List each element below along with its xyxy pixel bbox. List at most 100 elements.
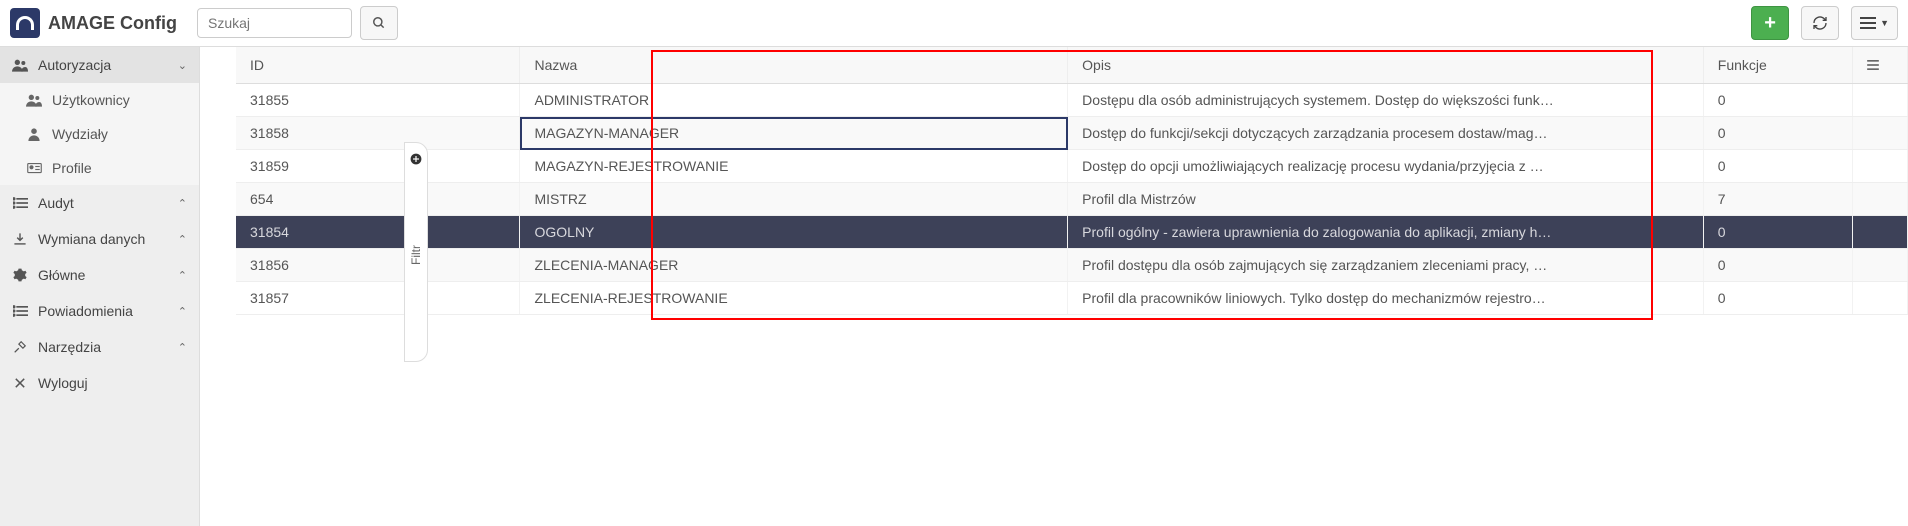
plus-icon: +: [1764, 12, 1776, 35]
chevron-down-icon: ⌄: [178, 59, 187, 72]
hamburger-icon: [1867, 60, 1879, 70]
table-cell-name[interactable]: OGOLNY: [520, 216, 1068, 249]
table-cell-spacer: [1852, 249, 1907, 282]
table-row[interactable]: 31855ADMINISTRATORDostępu dla osób admin…: [236, 84, 1908, 117]
chevron-down-icon: ▼: [1880, 18, 1889, 28]
table-row[interactable]: 654MISTRZProfil dla Mistrzów7: [236, 183, 1908, 216]
refresh-button[interactable]: [1801, 6, 1839, 40]
menu-button[interactable]: ▼: [1851, 6, 1898, 40]
table-row[interactable]: 31859MAGAZYN-REJESTROWANIEDostęp do opcj…: [236, 150, 1908, 183]
chevron-up-icon: ⌃: [178, 305, 187, 318]
table-cell-func[interactable]: 0: [1703, 84, 1852, 117]
sidebar-item-label: Powiadomienia: [38, 303, 133, 319]
table-cell-name[interactable]: MAGAZYN-MANAGER: [520, 117, 1068, 150]
table-cell-id[interactable]: 654: [236, 183, 520, 216]
search-input[interactable]: [197, 8, 352, 38]
app-title: AMAGE Config: [48, 13, 177, 34]
table-cell-id[interactable]: 31854: [236, 216, 520, 249]
table-cell-desc[interactable]: Dostęp do funkcji/sekcji dotyczących zar…: [1068, 117, 1704, 150]
table-cell-name[interactable]: ZLECENIA-REJESTROWANIE: [520, 282, 1068, 315]
sidebar-item-label: Profile: [52, 160, 92, 176]
table-header-id[interactable]: ID: [236, 47, 520, 84]
search-icon: [372, 16, 386, 30]
table-row[interactable]: 31857ZLECENIA-REJESTROWANIEProfil dla pr…: [236, 282, 1908, 315]
table-cell-id[interactable]: 31857: [236, 282, 520, 315]
table-cell-desc[interactable]: Dostępu dla osób administrujących system…: [1068, 84, 1704, 117]
sidebar-subitem-profile[interactable]: Profile: [0, 151, 199, 185]
plus-icon[interactable]: [410, 153, 422, 165]
user-icon: [26, 127, 42, 141]
table-cell-id[interactable]: 31859: [236, 150, 520, 183]
topbar: AMAGE Config + ▼: [0, 0, 1908, 47]
table-cell-desc[interactable]: Profil ogólny - zawiera uprawnienia do z…: [1068, 216, 1704, 249]
chevron-up-icon: ⌃: [178, 341, 187, 354]
sidebar-item-audyt[interactable]: Audyt ⌃: [0, 185, 199, 221]
table-row[interactable]: 31854OGOLNYProfil ogólny - zawiera upraw…: [236, 216, 1908, 249]
table-cell-func[interactable]: 7: [1703, 183, 1852, 216]
search-button[interactable]: [360, 6, 398, 40]
table-cell-id[interactable]: 31856: [236, 249, 520, 282]
table-settings-button[interactable]: [1852, 47, 1907, 84]
sidebar-item-label: Wyloguj: [38, 375, 88, 391]
sidebar-item-narzedzia[interactable]: Narzędzia ⌃: [0, 329, 199, 365]
sidebar-item-label: Narzędzia: [38, 339, 101, 355]
id-card-icon: [26, 162, 42, 174]
sidebar-item-wyloguj[interactable]: Wyloguj: [0, 365, 199, 401]
filter-tab[interactable]: Filtr: [404, 142, 428, 362]
chevron-up-icon: ⌃: [178, 233, 187, 246]
sidebar-item-label: Autoryzacja: [38, 57, 111, 73]
sidebar-item-label: Wymiana danych: [38, 231, 145, 247]
sidebar-item-label: Użytkownicy: [52, 92, 130, 108]
tools-icon: [12, 340, 28, 354]
table-cell-spacer: [1852, 183, 1907, 216]
sidebar-subitem-uzytkownicy[interactable]: Użytkownicy: [0, 83, 199, 117]
table-header-desc[interactable]: Opis: [1068, 47, 1704, 84]
table-cell-spacer: [1852, 117, 1907, 150]
sidebar-item-glowne[interactable]: Główne ⌃: [0, 257, 199, 293]
table-cell-spacer: [1852, 216, 1907, 249]
close-icon: [12, 377, 28, 389]
table-cell-desc[interactable]: Profil dostępu dla osób zajmujących się …: [1068, 249, 1704, 282]
table-cell-func[interactable]: 0: [1703, 216, 1852, 249]
table-header-name[interactable]: Nazwa: [520, 47, 1068, 84]
table-header-func[interactable]: Funkcje: [1703, 47, 1852, 84]
table-cell-spacer: [1852, 282, 1907, 315]
table-cell-name[interactable]: MAGAZYN-REJESTROWANIE: [520, 150, 1068, 183]
table-cell-func[interactable]: 0: [1703, 249, 1852, 282]
table-row[interactable]: 31858MAGAZYN-MANAGERDostęp do funkcji/se…: [236, 117, 1908, 150]
app-logo: [10, 8, 40, 38]
table-cell-desc[interactable]: Dostęp do opcji umożliwiających realizac…: [1068, 150, 1704, 183]
table-cell-name[interactable]: ZLECENIA-MANAGER: [520, 249, 1068, 282]
gear-icon: [12, 268, 28, 282]
sidebar-item-label: Wydziały: [52, 126, 108, 142]
sidebar-item-powiadomienia[interactable]: Powiadomienia ⌃: [0, 293, 199, 329]
table-row[interactable]: 31856ZLECENIA-MANAGERProfil dostępu dla …: [236, 249, 1908, 282]
table-cell-name[interactable]: MISTRZ: [520, 183, 1068, 216]
table-cell-desc[interactable]: Profil dla pracowników liniowych. Tylko …: [1068, 282, 1704, 315]
sidebar-item-wymiana[interactable]: Wymiana danych ⌃: [0, 221, 199, 257]
users-icon: [12, 58, 28, 72]
table-cell-desc[interactable]: Profil dla Mistrzów: [1068, 183, 1704, 216]
add-button[interactable]: +: [1751, 6, 1789, 40]
table-cell-spacer: [1852, 150, 1907, 183]
list-icon: [12, 197, 28, 209]
download-icon: [12, 232, 28, 246]
table-cell-name[interactable]: ADMINISTRATOR: [520, 84, 1068, 117]
chevron-up-icon: ⌃: [178, 197, 187, 210]
filter-label: Filtr: [409, 245, 423, 265]
sidebar-item-label: Główne: [38, 267, 85, 283]
table-cell-func[interactable]: 0: [1703, 117, 1852, 150]
sidebar-subitem-wydzialy[interactable]: Wydziały: [0, 117, 199, 151]
list-icon: [12, 305, 28, 317]
table-cell-id[interactable]: 31858: [236, 117, 520, 150]
table-cell-id[interactable]: 31855: [236, 84, 520, 117]
table-cell-func[interactable]: 0: [1703, 282, 1852, 315]
sidebar-item-autoryzacja[interactable]: Autoryzacja ⌄: [0, 47, 199, 83]
table-cell-func[interactable]: 0: [1703, 150, 1852, 183]
sidebar-item-label: Audyt: [38, 195, 74, 211]
table-cell-spacer: [1852, 84, 1907, 117]
users-icon: [26, 93, 42, 107]
refresh-icon: [1812, 15, 1828, 31]
sidebar: Autoryzacja ⌄ Użytkownicy Wydziały Profi…: [0, 47, 200, 526]
main-content: Filtr ID Nazwa Opis Funkcje 318: [200, 47, 1908, 526]
